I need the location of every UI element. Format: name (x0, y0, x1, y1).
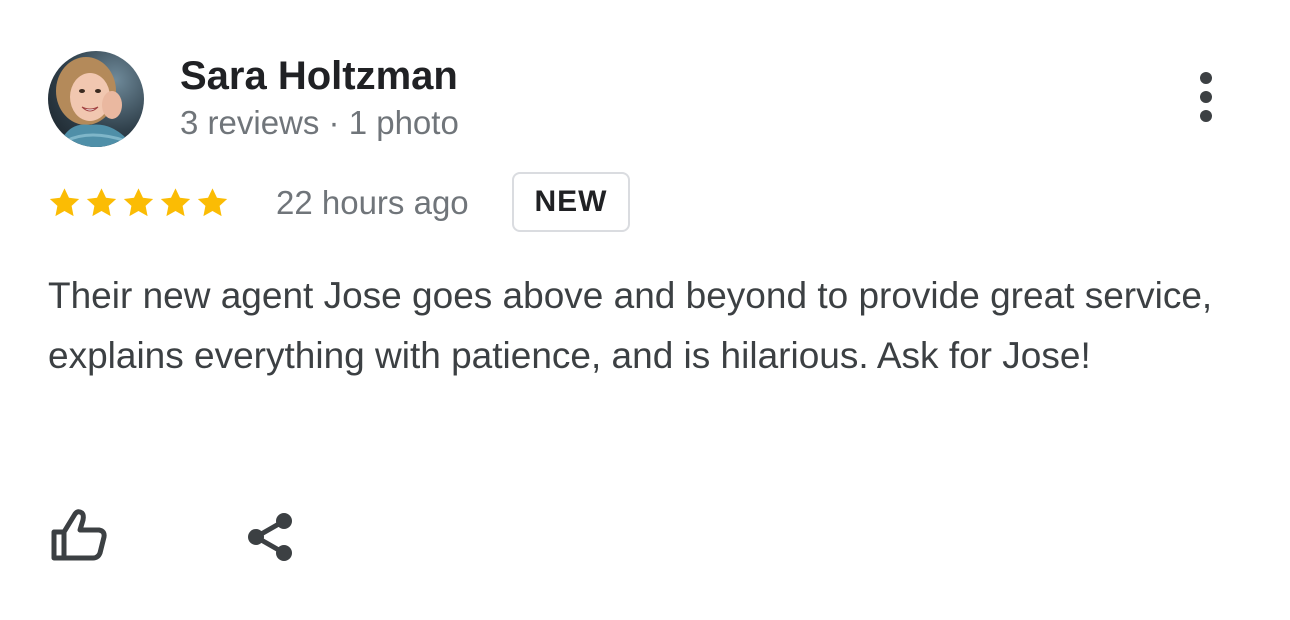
avatar-photo-icon (48, 51, 144, 147)
reviewer-name[interactable]: Sara Holtzman (180, 52, 458, 100)
star-icon (160, 188, 191, 217)
thumb-up-icon (51, 509, 107, 561)
star-icon (197, 188, 228, 217)
reviewer-stats[interactable]: 3 reviews · 1 photo (180, 103, 459, 143)
more-vert-icon (1200, 72, 1212, 122)
star-icon (49, 188, 80, 217)
share-icon (248, 513, 292, 561)
review-text: Their new agent Jose goes above and beyo… (48, 275, 1213, 376)
review-timestamp: 22 hours ago (276, 184, 469, 221)
star-icon (123, 188, 154, 217)
review-card: Sara Holtzman 3 reviews · 1 photo 22 hou… (0, 0, 1290, 620)
like-button[interactable] (44, 502, 114, 572)
new-badge: NEW (512, 172, 630, 232)
share-button[interactable] (236, 502, 306, 572)
more-options-button[interactable] (1182, 68, 1230, 128)
star-icon (86, 188, 117, 217)
star-rating (46, 181, 231, 225)
reviewer-avatar[interactable] (48, 51, 144, 147)
